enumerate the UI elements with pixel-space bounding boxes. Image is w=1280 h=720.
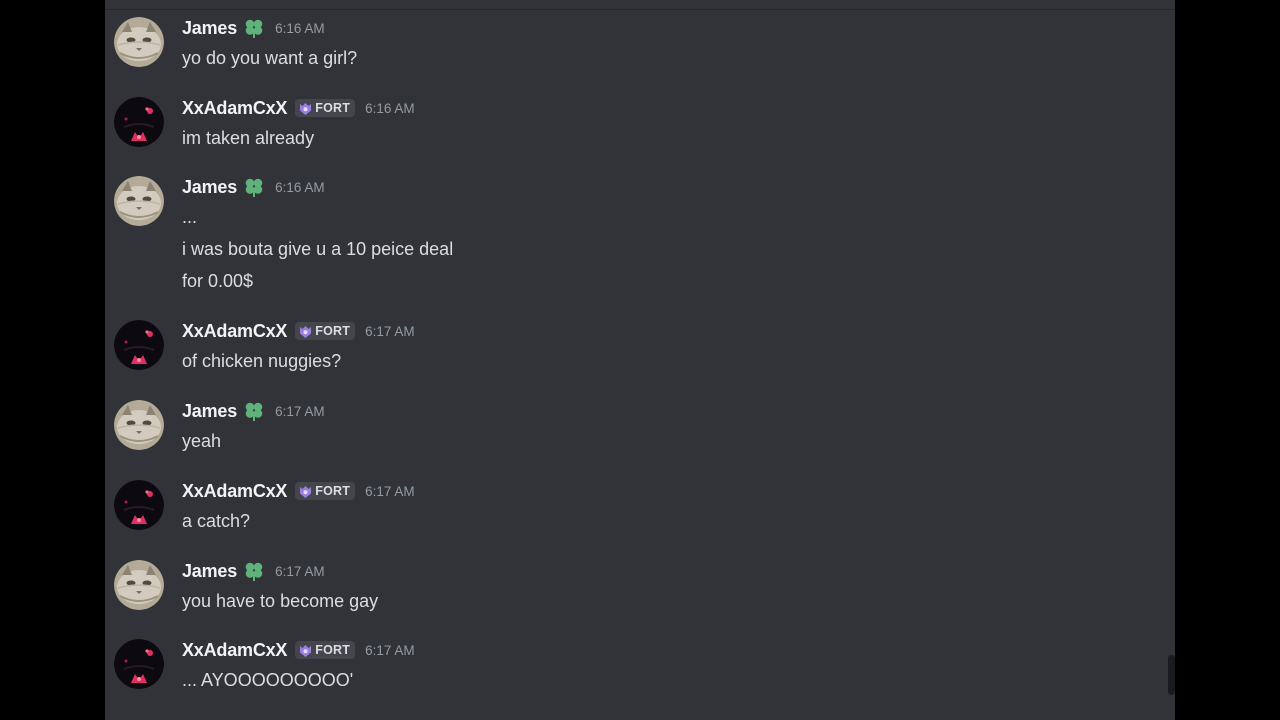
avatar-james[interactable] [114, 560, 164, 610]
timestamp[interactable]: 6:16 AM [275, 180, 325, 195]
avatar-xxadamcxx[interactable] [114, 320, 164, 370]
message-text: a catch? [182, 511, 251, 531]
scrollbar-thumb[interactable] [1168, 655, 1175, 695]
tag-label: FORT [315, 101, 351, 115]
timestamp[interactable]: 6:17 AM [275, 404, 325, 419]
message-text: yo do you want a girl? [182, 48, 358, 68]
avatar-james[interactable] [114, 176, 164, 226]
shield-badge-icon [299, 485, 312, 498]
username[interactable]: XxAdamCxX [182, 481, 287, 502]
timestamp[interactable]: 6:16 AM [275, 21, 325, 36]
timestamp[interactable]: 6:16 AM [365, 101, 415, 116]
chat-panel: James 6:16 AM yo do you want a girl? XxA… [105, 0, 1175, 720]
shield-badge-icon [299, 102, 312, 115]
shield-badge-icon [299, 325, 312, 338]
timestamp[interactable]: 6:17 AM [365, 643, 415, 658]
username[interactable]: James [182, 18, 237, 39]
clover-icon[interactable] [243, 560, 265, 582]
avatar-xxadamcxx[interactable] [114, 639, 164, 689]
username[interactable]: James [182, 177, 237, 198]
username[interactable]: James [182, 561, 237, 582]
message-text: of chicken nuggies? [182, 351, 342, 371]
tag-label: FORT [315, 484, 351, 498]
server-tag[interactable]: FORT [295, 482, 356, 500]
tag-label: FORT [315, 643, 351, 657]
avatar-xxadamcxx[interactable] [114, 97, 164, 147]
shield-badge-icon [299, 644, 312, 657]
message-text: ... [182, 207, 198, 227]
username[interactable]: XxAdamCxX [182, 98, 287, 119]
message-text: im taken already [182, 128, 315, 148]
divider [105, 9, 1175, 10]
clover-icon[interactable] [243, 176, 265, 198]
message-text: i was bouta give u a 10 peice deal [182, 239, 454, 259]
username[interactable]: XxAdamCxX [182, 640, 287, 661]
tag-label: FORT [315, 324, 351, 338]
timestamp[interactable]: 6:17 AM [275, 564, 325, 579]
username[interactable]: James [182, 401, 237, 422]
avatar-james[interactable] [114, 17, 164, 67]
message-text: ... AYOOOOOOOOO' [182, 670, 354, 690]
avatar-james[interactable] [114, 400, 164, 450]
clover-icon[interactable] [243, 17, 265, 39]
message-text: yeah [182, 431, 222, 451]
server-tag[interactable]: FORT [295, 322, 356, 340]
clover-icon[interactable] [243, 400, 265, 422]
avatar-xxadamcxx[interactable] [114, 480, 164, 530]
message-text: for 0.00$ [182, 271, 254, 291]
server-tag[interactable]: FORT [295, 99, 356, 117]
timestamp[interactable]: 6:17 AM [365, 324, 415, 339]
timestamp[interactable]: 6:17 AM [365, 484, 415, 499]
server-tag[interactable]: FORT [295, 641, 356, 659]
username[interactable]: XxAdamCxX [182, 321, 287, 342]
message-text: you have to become gay [182, 591, 379, 611]
